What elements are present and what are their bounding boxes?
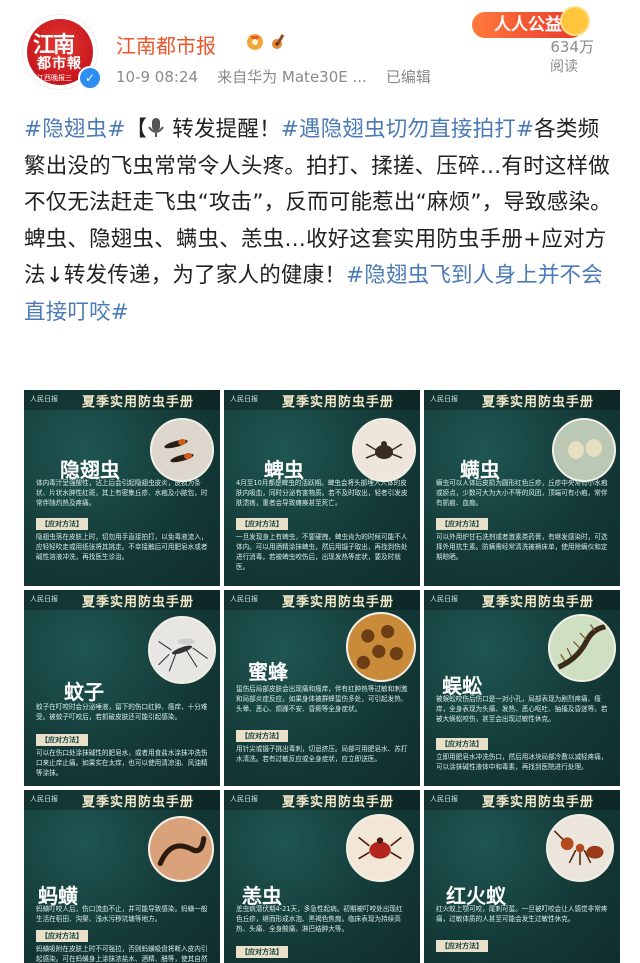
card-header-title: 夏季实用防虫手册 xyxy=(482,595,595,610)
charity-badge[interactable]: 人人公益 xyxy=(462,6,592,40)
image-card-centipede[interactable]: 人民日报 夏季实用防虫手册 蜈蚣 被蜈蚣咬伤后伤口是一对小孔，局部表现为剧烈疼痛… xyxy=(424,590,620,786)
image-grid: 人民日报 夏季实用防虫手册 隐翅虫 体内毒汁呈强酸性，沾上后会引起隐翅虫皮炎，皮… xyxy=(24,390,620,963)
card-steps: 用针尖或镊子挑出毒刺，切忌挤压。局部可用肥皂水、苏打水清洗。若有过敏反应或全身症… xyxy=(236,745,408,763)
insect-photo xyxy=(150,418,214,482)
card-logo: 人民日报 xyxy=(430,595,458,603)
remind-text: 转发提醒！ xyxy=(165,117,281,142)
image-card-tick[interactable]: 人民日报 夏季实用防虫手册 蜱虫 4月至10月都是蜱虫的活跃期。蜱虫会将头部埋入… xyxy=(224,390,420,586)
insect-photo xyxy=(352,418,416,482)
image-card-bee[interactable]: 人民日报 夏季实用防虫手册 蜜蜂 蜇伤后局部皮肤会出现痛和瘙痒，伴有红肿热等过敏… xyxy=(224,590,420,786)
image-card-rove-beetle[interactable]: 人民日报 夏季实用防虫手册 隐翅虫 体内毒汁呈强酸性，沾上后会引起隐翅虫皮炎，皮… xyxy=(24,390,220,586)
edited-label[interactable]: 已编辑 xyxy=(386,68,431,86)
topic-tag-1[interactable]: #隐翅虫# xyxy=(24,117,126,142)
verified-icon: ✓ xyxy=(78,66,102,90)
card-logo: 人民日报 xyxy=(30,595,58,603)
card-description: 螨虫可以人体后皮损为圆形红色丘疹，丘疹中央常有小水疱或瘀点，少数可大为大小不等的… xyxy=(436,479,608,507)
card-section-label: 【应对方法】 xyxy=(436,738,488,750)
card-section-label: 【应对方法】 xyxy=(236,518,288,530)
medal-icon[interactable] xyxy=(244,30,266,52)
sun-icon xyxy=(560,6,590,36)
post-time: 10-9 08:24 xyxy=(116,68,199,86)
avatar-logo-text-3: 江西晚报三 xyxy=(37,74,72,82)
bracket-open: 【 xyxy=(125,117,148,142)
card-section-label: 【应对方法】 xyxy=(36,930,88,942)
insect-photo xyxy=(346,814,414,882)
card-description: 被蜈蚣咬伤后伤口是一对小孔，局部表现为剧烈疼痛、瘙痒，全身表现为头痛、发热、恶心… xyxy=(436,695,608,723)
card-steps: 一旦发现身上有蜱虫，不要硬拽，蜱虫肯为的时候可能不人体内。可以用酒精涂抹蜱虫，然… xyxy=(236,533,408,571)
card-description: 恙虫病潜伏期4-21天，多急性起病。初期被叮咬处出现红色丘疹，继而形成水泡、黑褐… xyxy=(236,905,403,933)
card-insect-name: 蜜蜂 xyxy=(248,660,288,684)
card-insect-name: 蚊子 xyxy=(64,680,104,704)
insect-photo xyxy=(546,814,614,882)
card-steps: 蚂蟥吸附在皮肤上时不可强拉，否则蚂蟥吸盘将断入皮内引起感染。可在蚂蟥身上涂抹浓盐… xyxy=(36,945,208,963)
card-section-label: 【应对方法】 xyxy=(36,734,88,746)
insect-photo xyxy=(148,816,214,882)
card-logo: 人民日报 xyxy=(30,795,58,803)
card-steps: 隐翅虫落在皮肤上时，切勿用手直接拍打，以免毒液流入，应轻轻吹走或用纸张将其挑走。… xyxy=(36,533,208,561)
post-source[interactable]: 来自华为 Mate30E ... xyxy=(217,68,367,86)
card-header-title: 夏季实用防虫手册 xyxy=(82,795,195,810)
card-logo: 人民日报 xyxy=(430,395,458,403)
card-header-title: 夏季实用防虫手册 xyxy=(282,395,395,410)
card-description: 红火蚁上颚可咬，尾刺可蜇。一旦被叮咬会让人感觉非常疼痛，过敏体质的人甚至可能会发… xyxy=(436,905,608,923)
card-section-label: 【应对方法】 xyxy=(236,946,288,958)
image-card-leech[interactable]: 人民日报 夏季实用防虫手册 蚂蟥 蚂蟥叮咬人后，伤口流血不止，并可能导致感染。蚂… xyxy=(24,790,220,963)
card-description: 4月至10月都是蜱虫的活跃期。蜱虫会将头部埋入人体的皮肤内吸血，同时分泌有害物质… xyxy=(236,479,408,507)
topic-tag-2[interactable]: #遇隐翅虫切勿直接拍打# xyxy=(281,117,534,142)
post-meta: 10-9 08:24 来自华为 Mate30E ... 已编辑 xyxy=(116,66,431,87)
post-header: 江南 都市報 江西晚报三 ✓ 江南都市报 10-9 08:24 来自华为 Mat… xyxy=(0,0,640,100)
avatar-logo-text-2: 都市報 xyxy=(37,56,82,72)
card-description: 蚊子在叮咬时会分泌唾液，留下的伤口红肿、瘙痒，十分难受。被蚊子叮咬后，若抓破皮肤… xyxy=(36,703,208,721)
card-logo: 人民日报 xyxy=(230,795,258,803)
image-card-mite[interactable]: 人民日报 夏季实用防虫手册 螨虫 螨虫可以人体后皮损为圆形红色丘疹，丘疹中央常有… xyxy=(424,390,620,586)
insect-photo xyxy=(552,418,616,482)
card-section-label: 【应对方法】 xyxy=(36,518,88,530)
card-steps: 立即用肥皂水冲洗伤口，然后用冰块局部冷敷以减轻疼痛，可以涂抹碱性液体中和毒素，再… xyxy=(436,753,608,771)
image-card-mosquito[interactable]: 人民日报 夏季实用防虫手册 蚊子 蚊子在叮咬时会分泌唾液，留下的伤口红肿、瘙痒，… xyxy=(24,590,220,786)
guitar-icon[interactable] xyxy=(268,30,290,52)
account-name[interactable]: 江南都市报 xyxy=(116,30,216,59)
card-description: 蜇伤后局部皮肤会出现痛和瘙痒，伴有红肿热等过敏和刺激和局部炎症反应。如果身体被群… xyxy=(236,685,408,713)
card-section-label: 【应对方法】 xyxy=(436,518,488,530)
card-steps: 可以在伤口处涂抹碱性的肥皂水，或者用食盐水涂抹冲洗伤口来止痒止痛。如果实在太痒，… xyxy=(36,749,208,777)
card-logo: 人民日报 xyxy=(30,395,58,403)
card-logo: 人民日报 xyxy=(230,595,258,603)
card-logo: 人民日报 xyxy=(430,795,458,803)
card-header-title: 夏季实用防虫手册 xyxy=(482,795,595,810)
card-header-title: 夏季实用防虫手册 xyxy=(482,395,595,410)
microphone-icon xyxy=(148,118,165,137)
card-description: 体内毒汁呈强酸性，沾上后会引起隐翅虫皮炎，皮损为条状、片状水肿性红斑，其上有密集… xyxy=(36,479,208,507)
card-section-label: 【应对方法】 xyxy=(436,940,488,952)
card-steps: 可以外用炉甘石洗剂或者激素类药膏，有继发感染时，可选择外用抗生素。防螨需经常清洗… xyxy=(436,533,608,561)
image-card-fire-ant[interactable]: 人民日报 夏季实用防虫手册 红火蚁 红火蚁上颚可咬，尾刺可蜇。一旦被叮咬会让人感… xyxy=(424,790,620,963)
card-header-title: 夏季实用防虫手册 xyxy=(282,795,395,810)
image-card-chigger[interactable]: 人民日报 夏季实用防虫手册 恙虫 恙虫病潜伏期4-21天，多急性起病。初期被叮咬… xyxy=(224,790,420,963)
card-header-title: 夏季实用防虫手册 xyxy=(82,395,195,410)
card-header-title: 夏季实用防虫手册 xyxy=(282,595,395,610)
read-label: 阅读 xyxy=(550,59,578,75)
insect-photo xyxy=(148,616,216,684)
card-section-label: 【应对方法】 xyxy=(236,730,288,742)
read-count: 634万 xyxy=(550,38,594,56)
post-content: #隐翅虫#【 转发提醒！#遇隐翅虫切勿直接拍打#各类频繁出没的飞虫常常令人头疼。… xyxy=(24,112,620,331)
insect-photo xyxy=(346,612,416,682)
card-logo: 人民日报 xyxy=(230,395,258,403)
card-header-title: 夏季实用防虫手册 xyxy=(82,595,195,610)
card-description: 蚂蟥叮咬人后，伤口流血不止，并可能导致感染。蚂蟥一般生活在稻田、沟渠、浅水污秽坑… xyxy=(36,905,208,923)
insect-photo xyxy=(548,614,616,682)
